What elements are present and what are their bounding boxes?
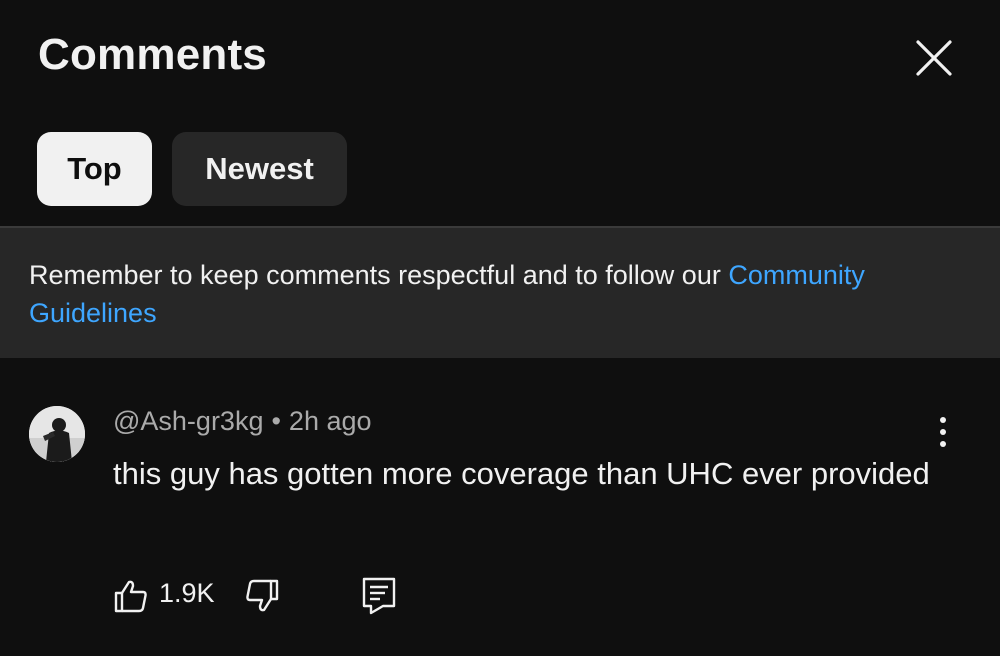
comment-timestamp: 2h ago xyxy=(288,406,372,436)
chip-top[interactable]: Top xyxy=(37,132,152,206)
notice-message: Remember to keep comments respectful and… xyxy=(29,260,729,290)
comment-meta: @Ash-gr3kg • 2h ago xyxy=(113,406,372,437)
like-count: 1.9K xyxy=(159,578,215,608)
comment-menu-button[interactable] xyxy=(926,412,960,452)
dislike-button[interactable] xyxy=(244,578,280,614)
close-icon xyxy=(916,40,952,76)
reply-button[interactable] xyxy=(361,576,397,616)
comment-author[interactable]: @Ash-gr3kg xyxy=(113,406,263,436)
guidelines-notice: Remember to keep comments respectful and… xyxy=(0,226,1000,358)
comment-body: this guy has gotten more coverage than U… xyxy=(113,456,930,491)
reply-comment-icon xyxy=(362,577,396,615)
thumbs-down-icon xyxy=(246,579,279,612)
chip-newest[interactable]: Newest xyxy=(172,132,347,206)
user-avatar-image xyxy=(29,406,85,462)
avatar[interactable] xyxy=(29,406,85,462)
page-title: Comments xyxy=(38,30,267,79)
notice-text-block: Remember to keep comments respectful and… xyxy=(29,256,969,332)
meta-separator: • xyxy=(271,406,281,436)
more-vert-icon xyxy=(940,417,946,447)
comment-item: @Ash-gr3kg • 2h ago this guy has gotten mo… xyxy=(0,380,1000,656)
close-button[interactable] xyxy=(908,32,960,84)
like-button[interactable] xyxy=(113,578,149,614)
thumbs-up-icon xyxy=(114,580,147,613)
comments-header: Comments xyxy=(0,0,1000,120)
sort-chips: Top Newest xyxy=(37,132,347,206)
